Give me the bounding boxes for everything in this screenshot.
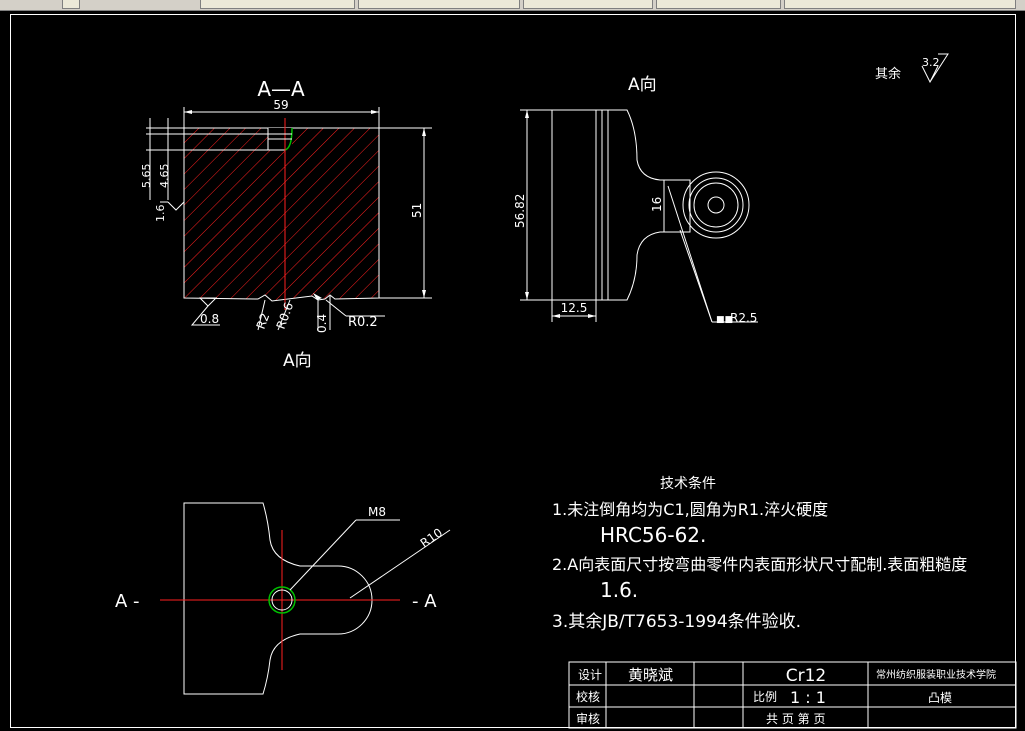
dim-16: 16 (650, 197, 664, 212)
dim-4-65: 4.65 (158, 164, 171, 189)
dim-r0-2: R0.2 (348, 315, 378, 330)
default-roughness: 其余 3.2 (875, 53, 949, 84)
part-name: 凸模 (928, 691, 952, 705)
designer-name: 黄晓斌 (628, 666, 673, 684)
dim-m8: M8 (368, 505, 386, 519)
tech-title: 技术条件 (660, 475, 716, 492)
dim-51: 51 (410, 203, 424, 218)
tech-line-1b: HRC56-62. (600, 523, 706, 547)
dim-0-4: 0.4 (315, 314, 329, 333)
section-aa-view: A—A 59 5.65 4.65 1.6 51 0.8 R2 R0.6 0.4 … (140, 77, 432, 371)
check-label: 校核 (576, 689, 600, 704)
view-a: A向 56.82 16 12.5 ■■ R2.5 (513, 75, 758, 325)
dim-r0-6: R0.6 (274, 300, 297, 331)
rough-0-8: 0.8 (200, 312, 219, 326)
tech-line-3: 3.其余JB/T7653-1994条件验收. (552, 612, 801, 632)
dim-56-82: 56.82 (513, 194, 527, 228)
roughness-value: 3.2 (922, 56, 940, 69)
dim-12-5: 12.5 (561, 301, 588, 315)
plan-outline (183, 502, 373, 695)
plan-view: A - - A M8 R10 (115, 502, 451, 695)
view-direction-label: A向 (283, 351, 312, 371)
section-mark-left: A - (115, 591, 140, 612)
view-a-outline (551, 109, 691, 301)
rough-1-6: 1.6 (154, 205, 167, 223)
dim-width: 59 (273, 98, 288, 112)
review-label: 审核 (576, 711, 600, 726)
technical-conditions: 技术条件 1.未注倒角均为C1,圆角为R1.淬火硬度 HRC56-62. 2.A… (552, 475, 967, 632)
dim-5-65: 5.65 (140, 164, 153, 189)
sheet-count: 共 页 第 页 (766, 712, 825, 726)
school-name: 常州纺织服装职业技术学院 (876, 668, 996, 681)
dim-r10: R10 (418, 525, 445, 550)
view-a-title: A向 (628, 75, 657, 95)
tech-line-2: 2.A向表面尺寸按弯曲零件内表面形状尺寸配制.表面粗糙度 (552, 555, 967, 574)
scale-value: 1 : 1 (790, 688, 826, 707)
title-block: 设计 黄晓斌 校核 审核 Cr12 比例 1 : 1 共 页 第 页 常州纺织服… (568, 661, 1017, 729)
section-mark-right: - A (412, 591, 437, 612)
roughness-label: 其余 (875, 66, 901, 82)
tech-line-2b: 1.6. (600, 578, 638, 602)
dim-r2-5: R2.5 (730, 311, 757, 325)
scale-label: 比例 (753, 690, 777, 704)
design-label: 设计 (578, 668, 602, 682)
cad-drawing-canvas[interactable]: A—A 59 5.65 4.65 1.6 51 0.8 R2 R0.6 0.4 … (0, 0, 1025, 731)
material: Cr12 (786, 666, 827, 686)
tech-line-1: 1.未注倒角均为C1,圆角为R1.淬火硬度 (552, 500, 828, 519)
dim-r2: R2 (254, 311, 273, 331)
